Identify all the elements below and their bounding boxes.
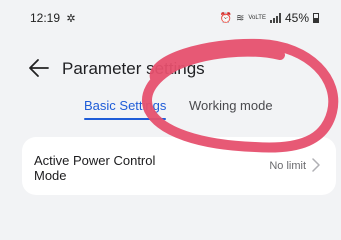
battery-percent: 45%: [284, 11, 309, 25]
page-title: Parameter settings: [62, 59, 205, 78]
header: Parameter settings: [0, 50, 341, 86]
battery-icon: [313, 13, 319, 23]
setting-row-active-power-control[interactable]: Active Power Control Mode No limit: [22, 137, 336, 195]
back-arrow-icon[interactable]: [28, 58, 50, 78]
status-time: 12:19 ✲: [30, 11, 76, 25]
status-bar: 12:19 ✲ ⏰ ≋ VoLTE 45%: [0, 0, 341, 34]
volte-icon: VoLTE: [248, 15, 266, 21]
tab-bar: Basic Settings Working mode: [0, 98, 341, 126]
tab-working-mode[interactable]: Working mode: [189, 98, 273, 113]
alarm-icon: ⏰: [219, 12, 232, 24]
tab-basic-settings[interactable]: Basic Settings: [84, 98, 167, 120]
setting-value: No limit: [269, 160, 306, 172]
status-icons: ⏰ ≋ VoLTE 45%: [220, 11, 319, 25]
signal-icon: [269, 13, 281, 23]
setting-label: Active Power Control Mode: [34, 153, 156, 183]
fan-icon: ✲: [66, 13, 76, 25]
wifi-icon: ≋: [236, 12, 245, 24]
chevron-right-icon: [312, 158, 320, 172]
clock-text: 12:19: [30, 11, 61, 25]
